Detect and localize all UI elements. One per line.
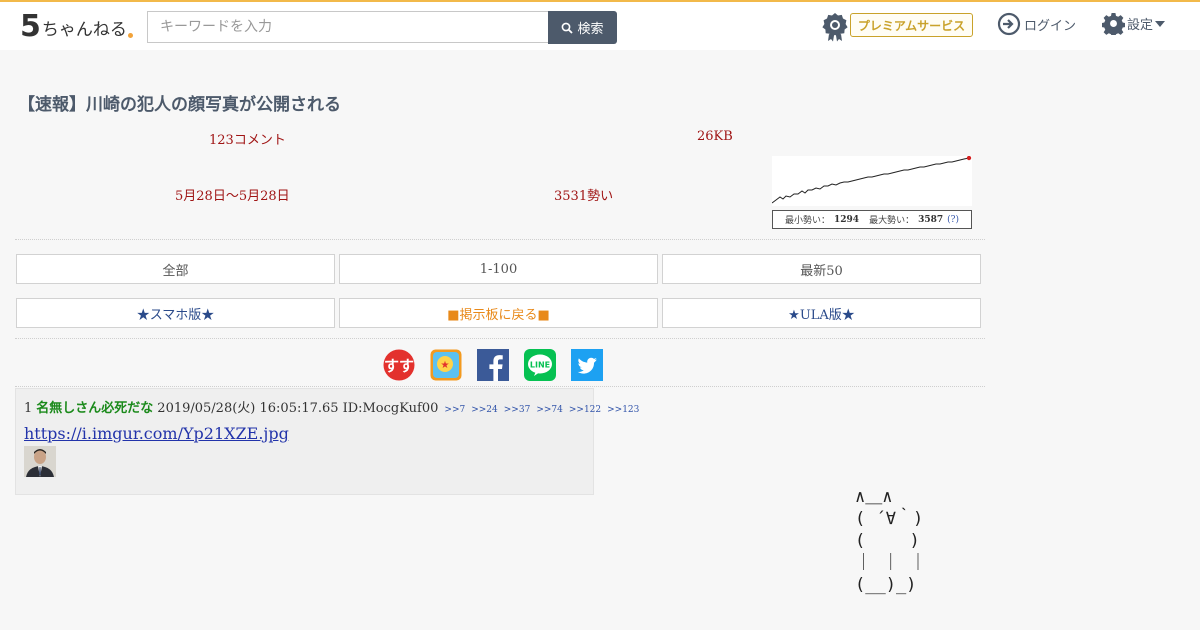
momentum-current-dot (966, 156, 972, 161)
chart-help-link[interactable]: (?) (947, 215, 959, 225)
thread-title: 【速報】川崎の犯人の顔写真が公開される (18, 95, 341, 115)
back-to-board-button[interactable]: ■掲示板に戻る■ (339, 298, 658, 328)
momentum-chart (772, 156, 972, 206)
reply-link[interactable]: >>7 (444, 405, 465, 415)
search-button-label: 検索 (577, 22, 604, 37)
chart-max-label: 最大勢い： (869, 216, 915, 226)
twitter-icon[interactable] (571, 349, 603, 381)
reply-link[interactable]: >>24 (471, 405, 498, 415)
ascii-art-cat: ∧＿∧ ( ´∀｀) ( ) ｜ ｜ ｜ (__)_) (855, 487, 927, 595)
thread-momentum: 3531勢い (554, 189, 614, 204)
facebook-icon[interactable] (477, 349, 509, 381)
chart-max-value: 3587 (918, 214, 944, 225)
thread-period: 5月28日〜5月28日 (175, 189, 290, 204)
momentum-line (772, 157, 970, 204)
post-date: 2019/05/28(火) 16:05:17.65 (157, 401, 339, 416)
logo-dot (127, 33, 133, 38)
thread-size: 26KB (697, 129, 733, 144)
bookmark-icon[interactable]: ★ (430, 349, 462, 381)
logo-mark: 5 (20, 9, 41, 44)
show-all-button[interactable]: 全部 (16, 254, 335, 284)
momentum-chart-info: 最小勢い： 1294 最大勢い： 3587 (?) (772, 210, 972, 229)
reply-link[interactable]: >>37 (504, 405, 531, 415)
post-header: 1 名無しさん必死だな 2019/05/28(火) 16:05:17.65 ID… (24, 397, 639, 416)
login-link[interactable]: ログイン (997, 12, 1076, 36)
divider (15, 338, 985, 339)
image-thumbnail[interactable] (24, 446, 56, 477)
login-icon (997, 12, 1021, 36)
comment-count: 123コメント (209, 133, 286, 148)
gear-icon (1102, 12, 1125, 35)
site-header: 5 ちゃんねる 検索 プレミアムサービス ログイン 設定 (0, 0, 1200, 50)
divider (15, 239, 985, 240)
premium-badge-icon (822, 13, 848, 42)
premium-service-button[interactable]: プレミアムサービス (850, 13, 973, 37)
sss-icon[interactable]: すす (383, 349, 415, 381)
logo-text: ちゃんねる (41, 20, 127, 40)
chevron-down-icon (1155, 20, 1166, 27)
divider (15, 386, 985, 387)
line-icon[interactable]: LINE (524, 349, 556, 381)
reply-link[interactable]: >>74 (536, 405, 563, 415)
svg-text:LINE: LINE (530, 361, 550, 370)
settings-menu[interactable]: 設定 (1102, 12, 1166, 35)
reply-link[interactable]: >>123 (607, 405, 639, 415)
svg-text:★: ★ (441, 360, 450, 371)
search-icon (562, 22, 574, 34)
poster-name: 名無しさん必死だな (36, 401, 154, 416)
post-id[interactable]: ID:MocgKuf00 (343, 401, 439, 416)
post: 1 名無しさん必死だな 2019/05/28(火) 16:05:17.65 ID… (15, 388, 639, 495)
post-image-link[interactable]: https://i.imgur.com/Yp21XZE.jpg (24, 424, 289, 443)
login-label: ログイン (1024, 18, 1077, 34)
latest-50-button[interactable]: 最新50 (662, 254, 981, 284)
chart-min-label: 最小勢い： (784, 216, 830, 226)
range-1-100-button[interactable]: 1-100 (339, 254, 658, 284)
search-input[interactable] (147, 11, 549, 43)
site-logo[interactable]: 5 ちゃんねる (20, 10, 133, 42)
search-button[interactable]: 検索 (548, 11, 617, 44)
svg-text:すす: すす (384, 357, 414, 375)
post-number: 1 (24, 401, 33, 416)
chart-min-value: 1294 (834, 214, 860, 225)
settings-label: 設定 (1127, 18, 1154, 33)
ula-version-button[interactable]: ★ULA版★ (662, 298, 981, 328)
reply-link[interactable]: >>122 (569, 405, 601, 415)
smartphone-version-button[interactable]: ★スマホ版★ (16, 298, 335, 328)
